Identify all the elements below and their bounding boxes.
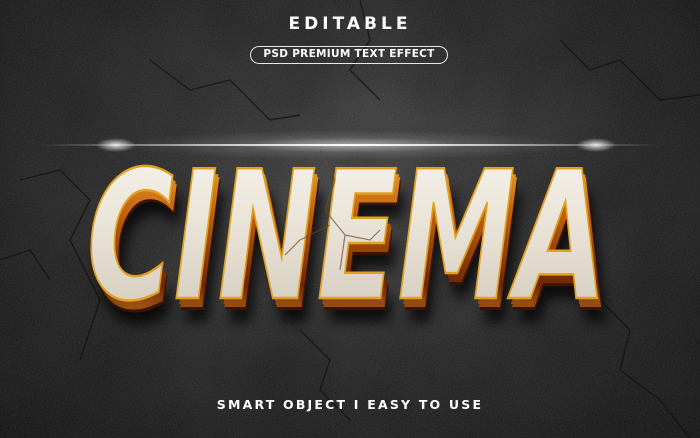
cinema-face: CINEMA [87,133,607,340]
cinema-logo: CINEMA CINEMA CINEMA CINEMA CINEMA [86,132,616,364]
footer-caption: SMART OBJECT I EASY TO USE [216,397,484,412]
poster-canvas: EDITABLE PSD PREMIUM TEXT EFFECT CINEMA … [0,0,700,438]
